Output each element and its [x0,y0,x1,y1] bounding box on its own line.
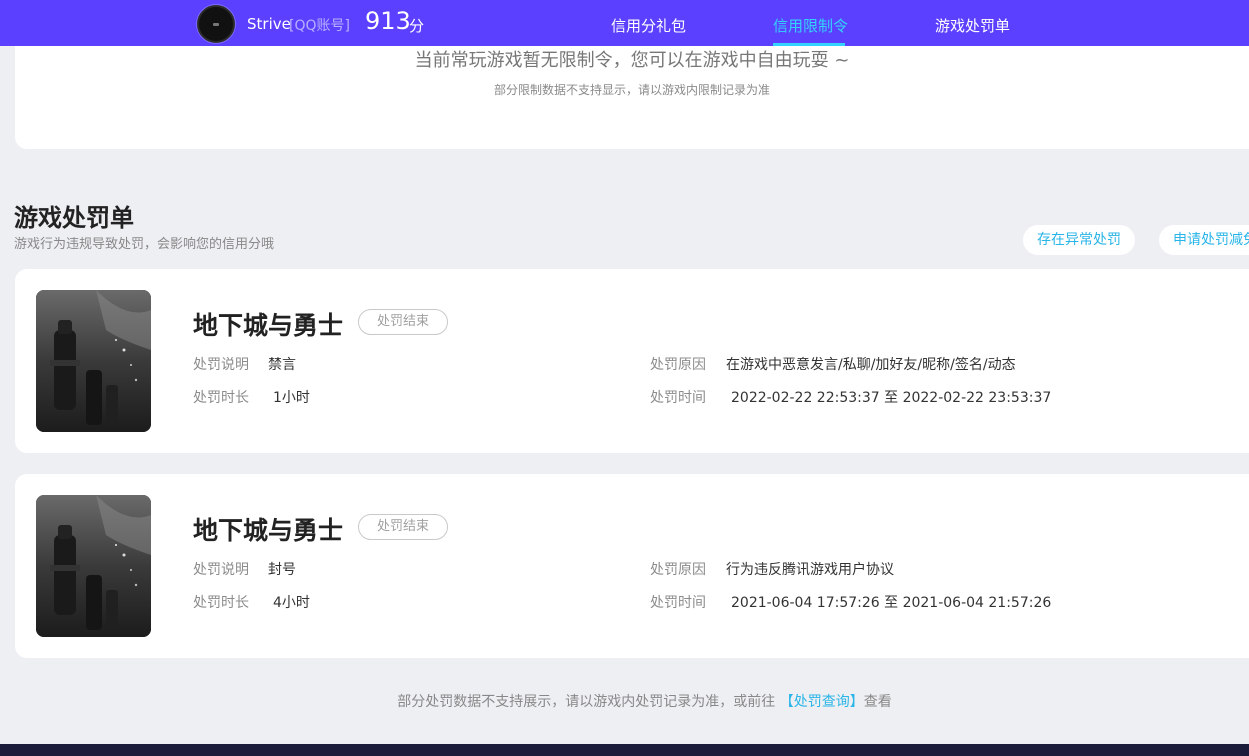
desc-label: 处罚说明 [193,562,249,578]
account-type: [QQ账号] [289,18,350,34]
status-badge: 处罚结束 [358,514,448,540]
nav-game-penalty[interactable]: 游戏处罚单 [935,15,1010,36]
active-tab-indicator [773,43,845,46]
footer-note: 部分处罚数据不支持展示，请以游戏内处罚记录为准，或前往 【处罚查询】查看 [0,691,1249,711]
reason-label: 处罚原因 [650,357,706,373]
time-value: 2022-02-22 22:53:37 至 2022-02-22 23:53:3… [731,390,1052,406]
desc-label: 处罚说明 [193,357,249,373]
restriction-note: 部分限制数据不支持显示，请以游戏内限制记录为准 [493,83,770,97]
game-cover-image [36,290,151,432]
reason-label: 处罚原因 [650,562,706,578]
nav-credit-restriction[interactable]: 信用限制令 [773,15,848,36]
section-title: 游戏处罚单 [14,204,134,232]
penalty-card: 地下城与勇士 处罚结束 处罚说明 封号 处罚时长 4小时 处罚原因 行为违反腾讯… [15,474,1249,658]
nav-credit-gift[interactable]: 信用分礼包 [611,15,686,36]
avatar[interactable] [197,5,235,43]
duration-label: 处罚时长 [193,390,249,406]
time-label: 处罚时间 [650,595,706,611]
duration-value: 1小时 [273,390,310,406]
top-nav-bar: Strive [QQ账号] 913 分 信用分礼包 信用限制令 游戏处罚单 [0,0,1249,46]
time-value: 2021-06-04 17:57:26 至 2021-06-04 21:57:2… [731,595,1052,611]
restriction-message: 当前常玩游戏暂无限制令，您可以在游戏中自由玩耍 ~ [414,50,850,71]
footer-prefix: 部分处罚数据不支持展示，请以游戏内处罚记录为准，或前往 [397,694,776,710]
duration-value: 4小时 [273,595,310,611]
desc-value: 禁言 [268,357,296,373]
duration-label: 处罚时长 [193,595,249,611]
time-label: 处罚时间 [650,390,706,406]
reason-value: 行为违反腾讯游戏用户协议 [726,562,894,578]
game-cover-image [36,495,151,637]
reason-value: 在游戏中恶意发言/私聊/加好友/昵称/签名/动态 [726,357,1016,373]
status-badge: 处罚结束 [358,309,448,335]
credit-score: 913 [365,7,411,35]
desc-value: 封号 [268,562,296,578]
footer-suffix: 查看 [863,694,892,710]
game-name: 地下城与勇士 [193,311,344,340]
game-name: 地下城与勇士 [193,516,344,545]
penalty-card: 地下城与勇士 处罚结束 处罚说明 禁言 处罚时长 1小时 处罚原因 在游戏中恶意… [15,269,1249,453]
page-footer-bar [0,744,1249,756]
appeal-penalty-button[interactable]: 申请处罚减免 [1159,225,1249,255]
username: Strive [247,15,291,33]
section-subtitle: 游戏行为违规导致处罚，会影响您的信用分哦 [14,237,275,252]
penalty-query-link[interactable]: 【处罚查询】 [780,694,864,710]
abnormal-penalty-button[interactable]: 存在异常处罚 [1023,225,1135,255]
score-unit: 分 [409,17,425,35]
